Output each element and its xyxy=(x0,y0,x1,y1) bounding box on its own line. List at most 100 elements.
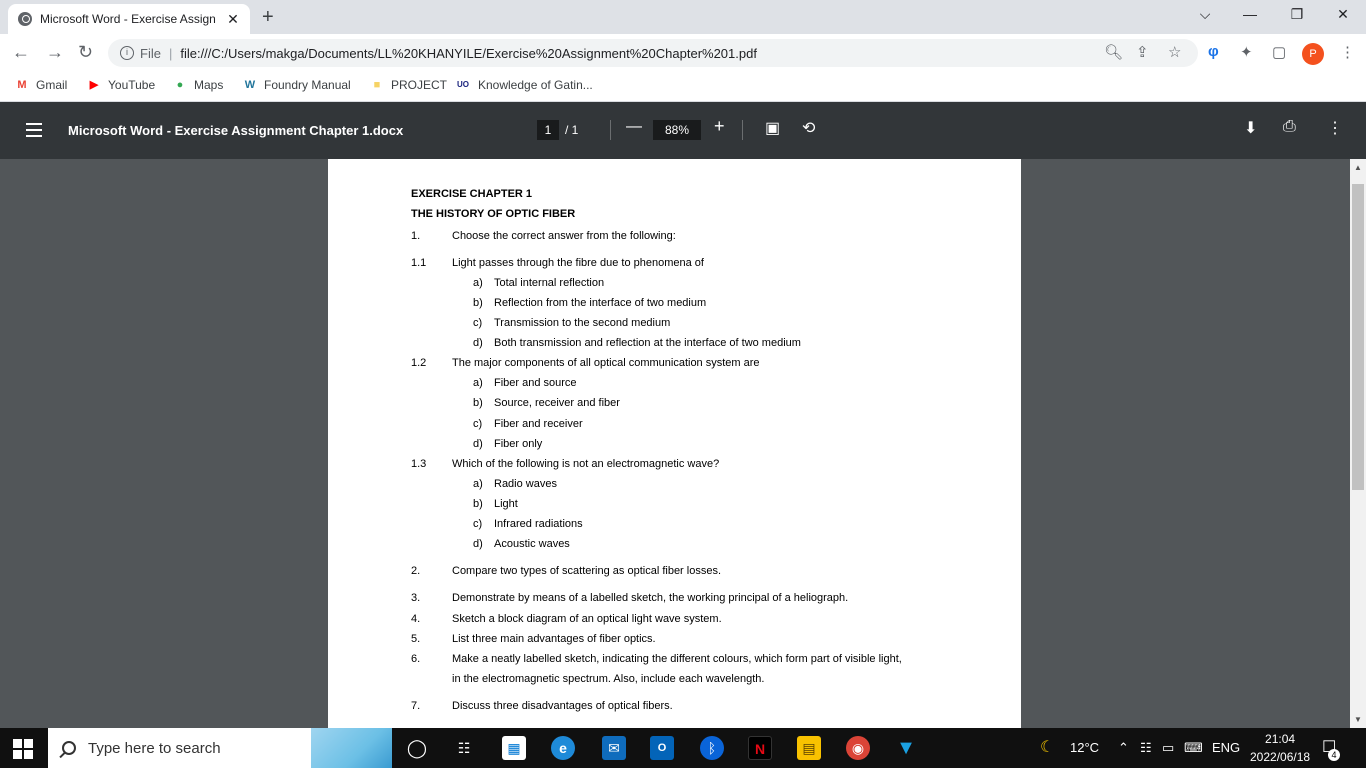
scroll-up-arrow[interactable]: ▲ xyxy=(1354,163,1362,172)
question-text: Fiber and receiver xyxy=(494,418,583,430)
pdf-page: EXERCISE CHAPTER 1 THE HISTORY OF OPTIC … xyxy=(328,159,1021,729)
search-highlight-image[interactable] xyxy=(311,728,392,768)
question-text: Make a neatly labelled sketch, indicatin… xyxy=(452,653,902,665)
store-icon[interactable]: ▦ xyxy=(502,736,526,760)
close-tab-button[interactable]: ✕ xyxy=(226,11,240,28)
address-bar[interactable]: i File | file:///C:/Users/makga/Document… xyxy=(108,39,1198,67)
windows-taskbar: Type here to search ◯ ☷ ▦ e ✉ O ᛒ N ▤ ◉ … xyxy=(0,728,1366,768)
outlook-icon[interactable]: O xyxy=(650,736,674,760)
download-icon[interactable]: ⬇ xyxy=(1244,118,1257,138)
question-text: Discuss three disadvantages of optical f… xyxy=(452,700,673,712)
question-number: 1. xyxy=(411,230,421,242)
moon-weather-icon[interactable]: ☾ xyxy=(1040,737,1054,757)
zoom-search-icon[interactable]: 🔍︎ xyxy=(1104,43,1123,61)
extension-icon[interactable]: φ xyxy=(1208,43,1219,60)
question-text: Choose the correct answer from the follo… xyxy=(452,230,676,242)
clock-time: 21:04 xyxy=(1265,732,1296,746)
question-number: d) xyxy=(473,538,483,550)
rotate-icon[interactable]: ⟲ xyxy=(802,118,815,138)
scrollbar-thumb[interactable] xyxy=(1352,184,1364,490)
bookmarks-bar: M Gmail ▶ YouTube ● Maps W Foundry Manual ■ P… xyxy=(0,72,1366,102)
question-number: 1.1 xyxy=(411,257,427,269)
wifi-icon[interactable]: ☷ xyxy=(1140,740,1152,756)
side-panel-icon[interactable]: ▢ xyxy=(1272,43,1286,61)
tab-search-button[interactable]: ⌵ xyxy=(1190,6,1220,23)
wordpress-icon: W xyxy=(244,79,256,91)
youtube-icon: ▶ xyxy=(89,79,99,91)
fit-page-icon[interactable]: ▣ xyxy=(765,118,780,138)
bookmark-knowledge[interactable]: UO Knowledge of Gatin... xyxy=(454,78,593,92)
bookmark-project[interactable]: ■ PROJECT xyxy=(369,78,447,92)
uo-icon: UO xyxy=(457,80,469,89)
print-icon[interactable]: ⎙ xyxy=(1283,118,1296,136)
taskbar-search-box[interactable]: Type here to search xyxy=(48,728,311,768)
new-tab-button[interactable]: + xyxy=(262,6,274,29)
notification-count: 4 xyxy=(1328,749,1340,761)
question-number: 2. xyxy=(411,565,421,577)
windows-start-icon[interactable] xyxy=(13,739,33,759)
url-text[interactable]: file:///C:/Users/makga/Documents/LL%20KH… xyxy=(180,46,757,61)
question-number: 6. xyxy=(411,653,421,665)
pdf-title: Microsoft Word - Exercise Assignment Cha… xyxy=(68,123,404,138)
share-icon[interactable]: ⇪ xyxy=(1136,43,1149,61)
browser-tab[interactable]: Microsoft Word - Exercise Assign ✕ xyxy=(8,4,250,34)
back-button[interactable]: ← xyxy=(12,42,30,63)
reload-button[interactable]: ↻ xyxy=(78,42,93,63)
question-number: a) xyxy=(473,377,483,389)
scheme-label: File xyxy=(140,45,161,61)
bookmark-maps[interactable]: ● Maps xyxy=(172,78,224,92)
question-text: Source, receiver and fiber xyxy=(494,397,620,409)
cortana-icon[interactable]: ◯ xyxy=(405,736,429,760)
edge-icon[interactable]: e xyxy=(551,736,575,760)
menu-icon[interactable] xyxy=(26,123,42,137)
toolbar-divider xyxy=(610,120,611,140)
question-text: Both transmission and reflection at the … xyxy=(494,337,801,349)
question-number: d) xyxy=(473,337,483,349)
show-hidden-icons[interactable]: ⌃ xyxy=(1118,740,1129,756)
bookmark-foundry-manual[interactable]: W Foundry Manual xyxy=(242,78,351,92)
file-explorer-icon[interactable]: ▤ xyxy=(797,736,821,760)
profile-avatar[interactable]: P xyxy=(1302,43,1324,65)
close-window-button[interactable]: ✕ xyxy=(1328,6,1358,23)
bookmark-gmail[interactable]: M Gmail xyxy=(14,78,67,92)
page-number-input[interactable]: 1 xyxy=(537,120,559,140)
forward-button[interactable]: → xyxy=(46,42,64,63)
question-number: c) xyxy=(473,418,483,430)
zoom-input[interactable]: 88% xyxy=(653,120,701,140)
bookmark-youtube[interactable]: ▶ YouTube xyxy=(86,78,155,92)
more-actions-icon[interactable]: ⋮ xyxy=(1327,118,1343,138)
chrome-icon[interactable]: ◉ xyxy=(846,736,870,760)
info-icon[interactable]: i xyxy=(120,46,134,60)
language-indicator[interactable]: ENG xyxy=(1212,740,1240,755)
bookmark-label: Knowledge of Gatin... xyxy=(478,78,593,92)
zoom-in-button[interactable]: + xyxy=(714,116,725,137)
minimize-button[interactable]: — xyxy=(1235,6,1265,22)
question-text: in the electromagnetic spectrum. Also, i… xyxy=(452,673,765,685)
weather-temperature[interactable]: 12°C xyxy=(1070,740,1099,755)
question-number: 7. xyxy=(411,700,421,712)
question-text: Fiber and source xyxy=(494,377,577,389)
question-number: c) xyxy=(473,317,483,329)
task-view-icon[interactable]: ☷ xyxy=(452,736,476,760)
puzzle-extensions-icon[interactable]: ✦ xyxy=(1240,43,1253,61)
taskbar-clock[interactable]: 21:04 2022/06/18 xyxy=(1250,730,1310,766)
zoom-out-button[interactable]: — xyxy=(626,118,642,136)
chrome-menu-icon[interactable]: ⋮ xyxy=(1340,43,1355,61)
question-text: Infrared radiations xyxy=(494,518,583,530)
mail-icon[interactable]: ✉ xyxy=(602,736,626,760)
bluetooth-icon[interactable]: ᛒ xyxy=(700,736,724,760)
question-text: Acoustic waves xyxy=(494,538,570,550)
battery-icon[interactable]: ▭ xyxy=(1162,740,1174,756)
netflix-icon[interactable]: N xyxy=(748,736,772,760)
restore-button[interactable]: ❐ xyxy=(1282,6,1312,23)
scroll-down-arrow[interactable]: ▼ xyxy=(1354,715,1362,724)
question-text: Radio waves xyxy=(494,478,557,490)
bookmark-label: Foundry Manual xyxy=(264,78,351,92)
question-text: Compare two types of scattering as optic… xyxy=(452,565,722,577)
question-text: Sketch a block diagram of an optical lig… xyxy=(452,613,722,625)
vertical-scrollbar[interactable]: ▲ ▼ xyxy=(1350,159,1366,729)
vpn-icon[interactable]: ▼ xyxy=(894,736,918,760)
bookmark-star-icon[interactable]: ☆ xyxy=(1168,43,1181,61)
keyboard-icon[interactable]: ⌨ xyxy=(1184,740,1203,756)
question-number: 4. xyxy=(411,613,421,625)
